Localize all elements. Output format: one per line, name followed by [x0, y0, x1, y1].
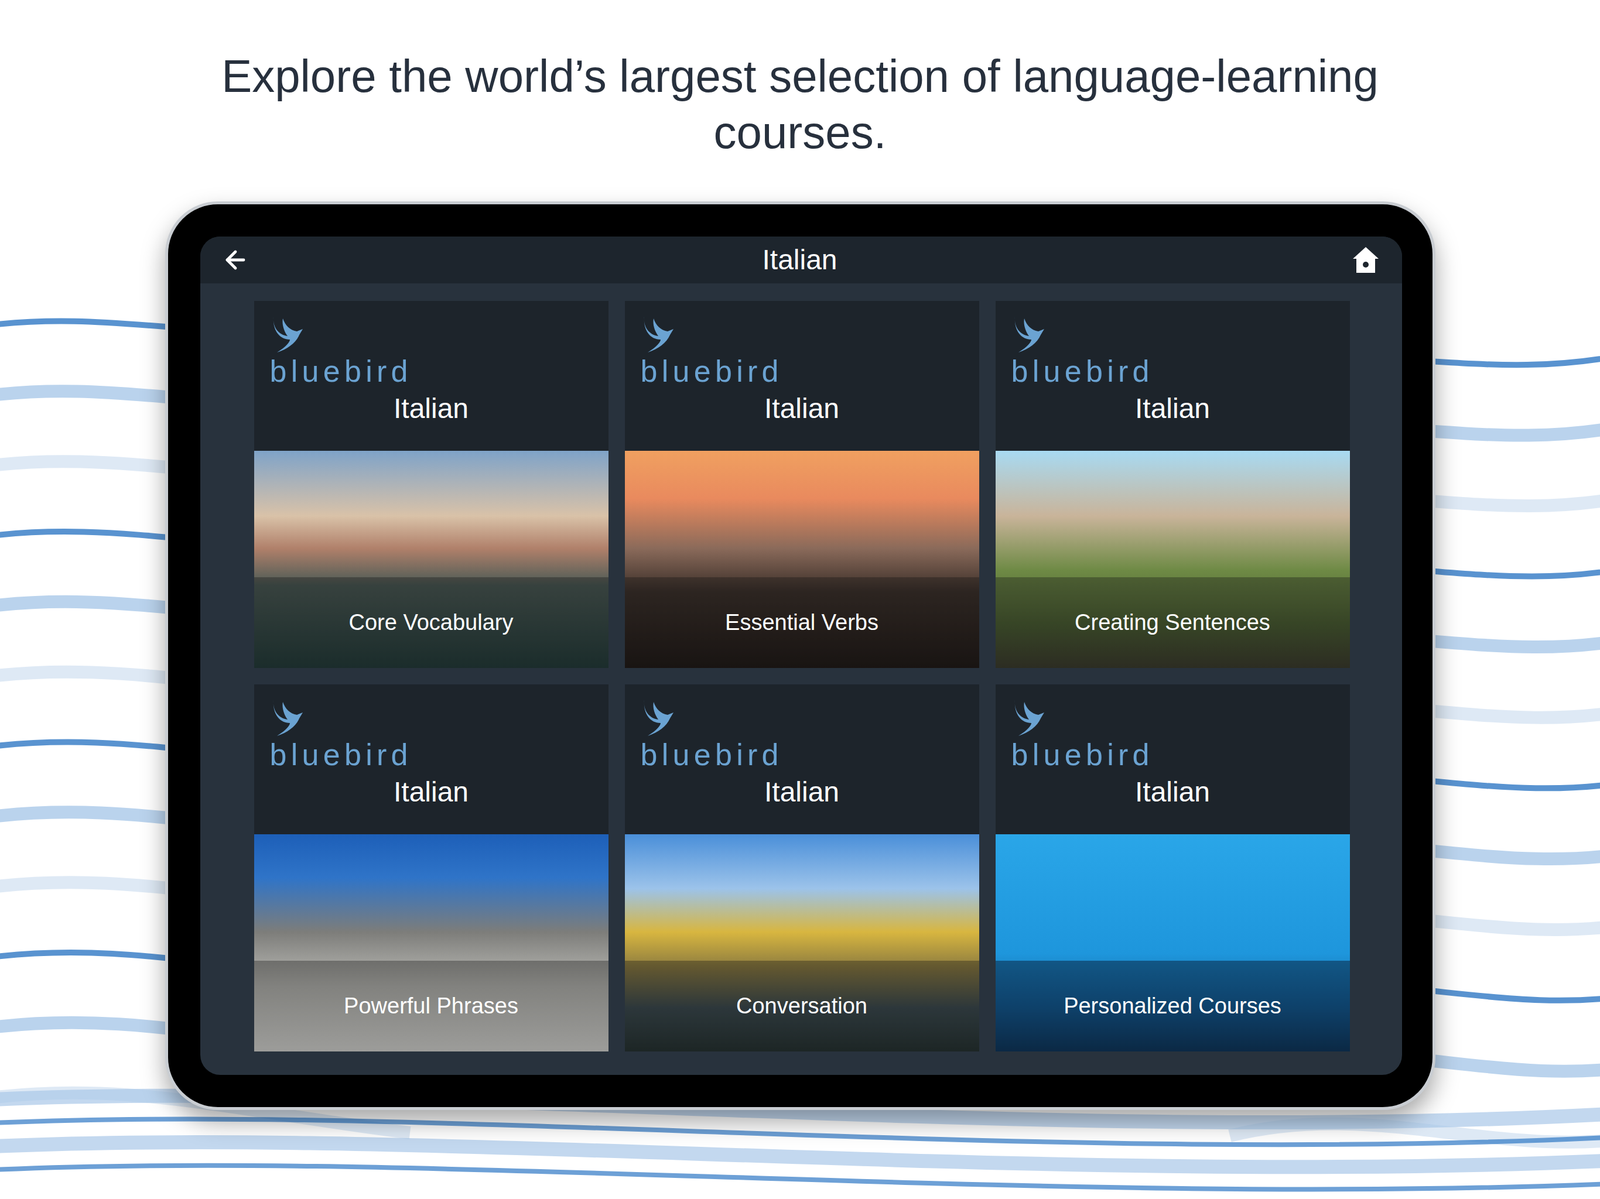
bluebird-bird-icon — [269, 313, 307, 355]
card-photo: Personalized Courses — [995, 834, 1350, 1052]
card-label-strip: Core Vocabulary — [254, 577, 609, 669]
bluebird-bird-icon — [1011, 697, 1048, 739]
course-card[interactable]: bluebirdItalian Powerful Phrases — [254, 684, 609, 1052]
bluebird-logo: bluebird — [640, 313, 964, 387]
card-label-strip: Creating Sentences — [995, 577, 1350, 669]
card-language: Italian — [1011, 391, 1335, 427]
tablet-frame: ItalianbluebirdItalianCore Vocabularyblu… — [165, 201, 1436, 1111]
card-language: Italian — [1011, 774, 1335, 810]
card-header: bluebirdItalian — [995, 684, 1350, 835]
card-language: Italian — [640, 774, 964, 810]
card-label: Powerful Phrases — [343, 992, 519, 1021]
bluebird-logo: bluebird — [269, 697, 593, 771]
home-button[interactable] — [1350, 244, 1381, 276]
card-photo: Creating Sentences — [995, 450, 1350, 669]
header-bar: Italian — [200, 236, 1403, 284]
bluebird-logo: bluebird — [269, 313, 593, 387]
brand-name: bluebird — [640, 356, 784, 387]
card-language: Italian — [640, 391, 964, 427]
brand-name: bluebird — [269, 356, 413, 387]
bluebird-logo: bluebird — [1011, 697, 1335, 771]
card-header: bluebird Italian — [995, 301, 1350, 451]
card-label: Creating Sentences — [1074, 609, 1271, 638]
bluebird-bird-icon — [640, 313, 678, 355]
card-label-strip: Personalized Courses — [995, 961, 1350, 1052]
course-card[interactable]: bluebird Italian Core Vocabulary — [254, 301, 609, 669]
brand-name: bluebird — [1011, 739, 1154, 771]
card-label-strip: Essential Verbs — [624, 577, 980, 669]
header-title: Italian — [761, 242, 837, 278]
back-arrow-icon[interactable] — [221, 245, 250, 275]
home-icon[interactable] — [1350, 244, 1381, 276]
card-language: Italian — [269, 774, 593, 810]
back-button[interactable] — [221, 245, 250, 275]
brand-name: bluebird — [640, 739, 784, 771]
headline: Explore the world’s largest selection of… — [141, 0, 1459, 161]
brand-name: bluebird — [1011, 356, 1154, 387]
bluebird-bird-icon — [1011, 313, 1048, 355]
course-grid: bluebirdItalianCore VocabularybluebirdIt… — [200, 283, 1403, 1076]
app-screen: ItalianbluebirdItalianCore Vocabularyblu… — [200, 236, 1403, 1076]
card-header: bluebirdItalian — [254, 684, 609, 835]
bluebird-logo: bluebird — [640, 697, 964, 771]
card-photo: Core Vocabulary — [254, 450, 609, 669]
course-card[interactable]: bluebirdItalian Personalized Courses — [995, 684, 1350, 1052]
card-header: bluebird Italian — [624, 301, 980, 451]
card-label: Personalized Courses — [1063, 992, 1282, 1021]
card-header: bluebirdItalian — [624, 684, 980, 835]
brand-name: bluebird — [269, 739, 413, 771]
card-language: Italian — [269, 391, 593, 427]
bluebird-logo: bluebird — [1011, 313, 1335, 387]
card-photo: Conversation — [624, 834, 980, 1052]
card-header: bluebird Italian — [254, 301, 609, 451]
bluebird-bird-icon — [269, 697, 307, 739]
card-label-strip: Powerful Phrases — [254, 961, 609, 1052]
card-label: Core Vocabulary — [349, 609, 514, 638]
card-photo: Powerful Phrases — [254, 834, 609, 1052]
course-card[interactable]: bluebird Italian Creating Sentences — [995, 301, 1350, 669]
course-card[interactable]: bluebird Italian Essential Verbs — [624, 301, 980, 669]
store-screenshot: Explore the world’s largest selection of… — [0, 0, 1600, 1199]
course-card[interactable]: bluebirdItalian Conversation — [624, 684, 980, 1052]
card-label: Essential Verbs — [725, 609, 879, 638]
card-label: Conversation — [736, 992, 868, 1021]
card-photo: Essential Verbs — [624, 450, 980, 669]
card-label-strip: Conversation — [624, 961, 980, 1052]
bluebird-bird-icon — [640, 697, 678, 739]
